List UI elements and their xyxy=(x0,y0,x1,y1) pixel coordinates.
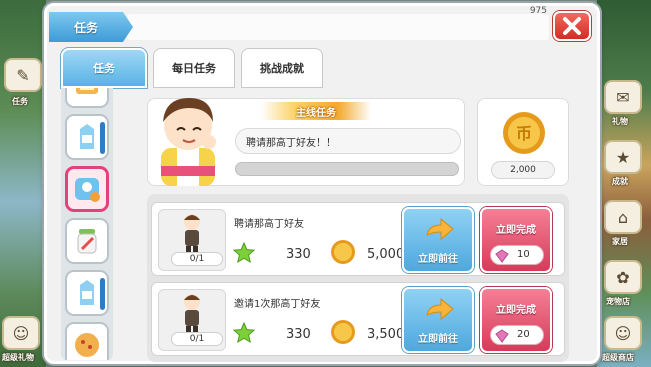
jar-icon xyxy=(77,229,97,254)
quest-progress-count: 0/1 xyxy=(171,252,223,266)
category-item[interactable] xyxy=(65,114,109,160)
gem-cost-value: 10 xyxy=(517,249,530,260)
gem-cost: 20 xyxy=(490,325,544,345)
gem-icon xyxy=(495,329,509,343)
category-item[interactable] xyxy=(65,270,109,316)
pizza-icon xyxy=(75,333,99,357)
task-shortcut-label: 任务 xyxy=(12,97,28,106)
super-gift-shortcut-label: 超级礼物 xyxy=(2,353,34,362)
category-item-selected[interactable] xyxy=(65,166,109,212)
quest-friend-thumbnail: 0/1 xyxy=(158,289,226,351)
quest-title: 邀请1次那高丁好友 xyxy=(234,299,321,310)
title-bar xyxy=(127,14,549,40)
quest-gold-reward: 3,500 xyxy=(367,327,405,342)
friend-avatar-icon xyxy=(184,214,200,254)
gift-shortcut-icon[interactable]: ✉ xyxy=(604,80,642,114)
gem-cost: 10 xyxy=(490,245,544,265)
go-now-button[interactable]: 立即前往 xyxy=(402,287,474,353)
pet-shop-shortcut-icon[interactable]: ✿ xyxy=(604,260,642,294)
super-shop-shortcut-label: 超级商店 xyxy=(602,353,634,362)
gold-coin-icon xyxy=(331,320,355,344)
home-shortcut-icon[interactable]: ⌂ xyxy=(604,200,642,234)
gem-icon xyxy=(495,249,509,263)
experience-star-icon xyxy=(232,241,256,264)
arrow-right-icon xyxy=(426,217,454,241)
category-column[interactable] xyxy=(61,88,113,360)
corner-coin-count: 975 xyxy=(529,6,547,16)
arrow-right-icon xyxy=(426,297,454,321)
tab-challenge-achievements[interactable]: 挑战成就 xyxy=(241,48,323,88)
tab-daily-quests[interactable]: 每日任务 xyxy=(153,48,235,88)
complete-now-button[interactable]: 立即完成 20 xyxy=(480,287,552,353)
main-quest-progress-bar xyxy=(235,162,459,176)
window-title: 任务 xyxy=(49,12,133,42)
milk-carton-icon xyxy=(80,124,94,149)
achievement-shortcut-label: 成就 xyxy=(612,177,628,186)
go-now-label: 立即前往 xyxy=(418,254,458,265)
gift-shortcut-label: 礼物 xyxy=(612,117,628,126)
quest-exp-reward: 330 xyxy=(286,327,311,342)
gem-cost-value: 20 xyxy=(517,329,530,340)
close-button[interactable] xyxy=(553,11,591,41)
super-shop-shortcut-icon[interactable]: ☺ xyxy=(604,316,642,350)
achievement-shortcut-icon[interactable]: ★ xyxy=(604,140,642,174)
category-indicator xyxy=(100,278,105,310)
blueprint-icon xyxy=(76,88,98,94)
task-shortcut-icon[interactable]: ✎ xyxy=(4,58,42,92)
category-item[interactable] xyxy=(65,322,109,360)
go-now-label: 立即前往 xyxy=(418,334,458,345)
friend-avatar-icon xyxy=(184,294,200,334)
quest-title: 聘请那高丁好友 xyxy=(234,219,304,230)
gold-coin-icon: 币 xyxy=(501,110,547,156)
quest-friend-thumbnail: 0/1 xyxy=(158,209,226,271)
complete-now-label: 立即完成 xyxy=(496,305,536,316)
go-now-button[interactable]: 立即前往 xyxy=(402,207,474,273)
category-indicator xyxy=(100,122,105,154)
main-quest-reward-gold: 2,000 xyxy=(491,161,555,179)
quest-window: 任务 975 任务 每日任务 挑战成就 主线任务 聘请那高丁好友！！ 币 2,0… xyxy=(44,3,600,364)
main-quest-character-avatar xyxy=(147,86,229,186)
tab-quests[interactable]: 任务 xyxy=(61,48,147,88)
close-icon xyxy=(563,17,581,35)
quest-row: 0/1 聘请那高丁好友 330 5,000 立即前往 立即完成 10 xyxy=(151,202,565,276)
gold-coin-icon xyxy=(331,240,355,264)
category-item[interactable] xyxy=(65,218,109,264)
category-item[interactable] xyxy=(65,88,109,108)
person-card-icon xyxy=(75,178,100,202)
experience-star-icon xyxy=(232,321,256,344)
quest-exp-reward: 330 xyxy=(286,247,311,262)
quest-gold-reward: 5,000 xyxy=(367,247,405,262)
complete-now-button[interactable]: 立即完成 10 xyxy=(480,207,552,273)
svg-text:币: 币 xyxy=(516,124,532,143)
complete-now-label: 立即完成 xyxy=(496,225,536,236)
main-quest-description: 聘请那高丁好友！！ xyxy=(235,128,461,154)
super-gift-shortcut-icon[interactable]: ☺ xyxy=(2,316,40,350)
background-left-scene xyxy=(0,0,46,367)
pet-shop-shortcut-label: 宠物店 xyxy=(606,297,630,306)
milk-carton-icon xyxy=(80,280,94,305)
quest-progress-count: 0/1 xyxy=(171,332,223,346)
main-quest-label: 主线任务 xyxy=(261,102,371,120)
quest-row: 0/1 邀请1次那高丁好友 330 3,500 立即前往 立即完成 20 xyxy=(151,282,565,356)
home-shortcut-label: 家居 xyxy=(612,237,628,246)
